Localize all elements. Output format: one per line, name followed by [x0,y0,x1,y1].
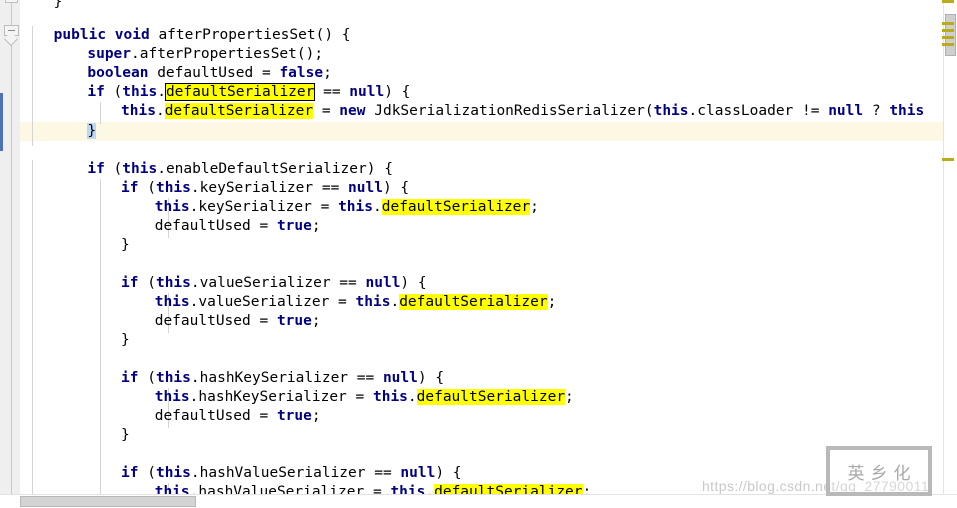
code-line: if (this.valueSerializer == null) { [121,275,427,291]
code-line: } [121,237,130,253]
seal-char: 乡 [870,463,888,484]
watermark-seal: 英 乡 化 [826,446,932,496]
editor-window: } public void afterPropertiesSet() { sup… [0,0,957,508]
search-match[interactable]: defaultSerializer [164,83,316,101]
search-match[interactable]: defaultSerializer [399,294,548,310]
editor-gutter[interactable] [0,0,20,508]
scrollbar-match-marker[interactable] [942,36,954,39]
matching-brace-highlight: } [87,123,97,139]
code-line: this.defaultSerializer = new JdkSerializ… [121,103,925,119]
code-line: if (this.hashKeySerializer == null) { [121,370,445,386]
code-line: if (this.enableDefaultSerializer) { [87,161,393,177]
code-line: defaultUsed = true; [154,313,321,329]
horizontal-scrollbar-thumb[interactable] [20,496,196,507]
code-line: } [87,122,97,141]
search-match[interactable]: defaultSerializer [164,103,314,119]
code-line: this.valueSerializer = this.defaultSeria… [154,294,557,310]
code-line: super.afterPropertiesSet(); [87,46,324,62]
indent-guide [32,160,33,494]
code-line: } [53,0,63,10]
vertical-scrollbar[interactable] [942,0,957,494]
vcs-change-bar[interactable] [0,93,3,151]
fold-minus-icon[interactable] [3,25,19,47]
indent-guide [32,26,33,146]
vertical-scrollbar-thumb[interactable] [945,14,956,56]
code-line: defaultUsed = true; [154,408,321,424]
code-line: this.hashKeySerializer = this.defaultSer… [154,389,574,405]
seal-char: 化 [893,463,911,484]
horizontal-scrollbar[interactable] [0,494,957,508]
code-line: defaultUsed = true; [154,218,321,234]
current-line-highlight [20,122,957,141]
code-line: if (this.hashValueSerializer == null) { [121,465,462,481]
scrollbar-match-marker[interactable] [942,43,954,46]
code-line: boolean defaultUsed = false; [87,65,332,81]
code-area[interactable]: } public void afterPropertiesSet() { sup… [20,0,957,494]
search-match[interactable]: defaultSerializer [434,484,583,494]
fold-region-icon[interactable] [5,0,18,3]
code-line: this.hashValueSerializer = this.defaultS… [155,483,591,494]
code-line: if (this.defaultSerializer == null) { [87,83,411,101]
scrollbar-match-marker[interactable] [942,29,954,32]
code-line: } [121,332,130,348]
scrollbar-match-marker[interactable] [942,22,954,25]
indent-guide [100,179,101,494]
code-line: if (this.keySerializer == null) { [121,180,410,196]
seal-char: 英 [847,463,865,484]
search-match[interactable]: defaultSerializer [381,199,531,215]
code-line: public void afterPropertiesSet() { [53,27,351,43]
scrollbar-match-marker[interactable] [942,0,954,3]
indent-guide [100,102,101,124]
fold-rail [11,0,12,508]
scrollbar-match-marker[interactable] [942,158,954,161]
search-match[interactable]: defaultSerializer [416,389,566,405]
code-line: this.keySerializer = this.defaultSeriali… [154,199,539,215]
code-line: } [121,427,130,443]
